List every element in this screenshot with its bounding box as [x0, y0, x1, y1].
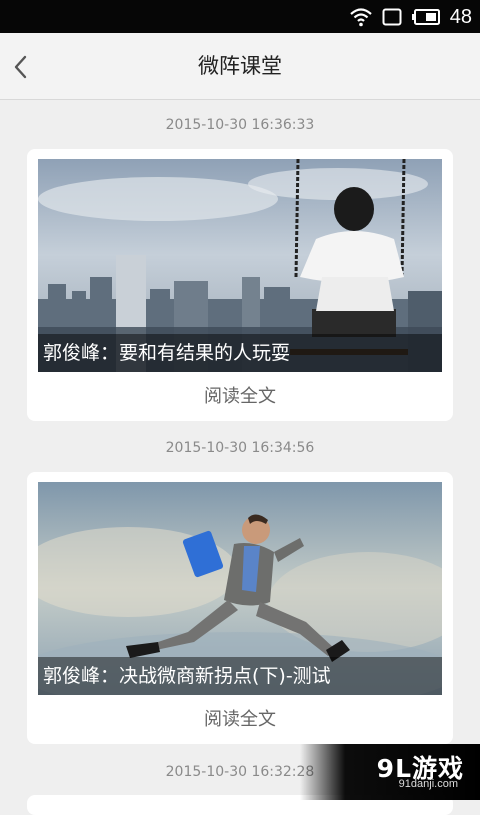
article-card[interactable]: 郭俊峰：要和有结果的人玩耍 阅读全文: [27, 149, 453, 421]
wifi-icon: [350, 8, 372, 27]
battery-icon: [411, 9, 440, 25]
article-cover-image[interactable]: 郭俊峰：决战微商新拐点(下)-测试: [38, 482, 442, 695]
read-more-link[interactable]: 阅读全文: [27, 698, 453, 742]
article-card[interactable]: 郭俊峰：决战微商新拐点(下)-测试 阅读全文: [27, 472, 453, 744]
caption-bar: 郭俊峰：决战微商新拐点(下)-测试: [38, 657, 442, 695]
watermark: 9L游戏 91danji.com: [300, 744, 480, 800]
battery-level: 48: [449, 5, 472, 28]
status-bar: 48: [0, 0, 480, 33]
signal-box-icon: [382, 8, 402, 26]
page-title: 微阵课堂: [198, 54, 282, 78]
post-timestamp: 2015-10-30 16:34:56: [165, 440, 315, 456]
status-icons: 48: [350, 5, 472, 29]
caption-bar: 郭俊峰：要和有结果的人玩耍: [38, 334, 442, 372]
watermark-site: 91danji.com: [398, 778, 458, 790]
nav-bar: 微阵课堂: [0, 33, 480, 100]
read-more-link[interactable]: 阅读全文: [27, 375, 453, 419]
post-timestamp: 2015-10-30 16:36:33: [165, 117, 315, 133]
article-cover-image[interactable]: 郭俊峰：要和有结果的人玩耍: [38, 159, 442, 372]
article-title: 郭俊峰：决战微商新拐点(下)-测试: [43, 665, 331, 687]
article-title: 郭俊峰：要和有结果的人玩耍: [43, 342, 291, 364]
